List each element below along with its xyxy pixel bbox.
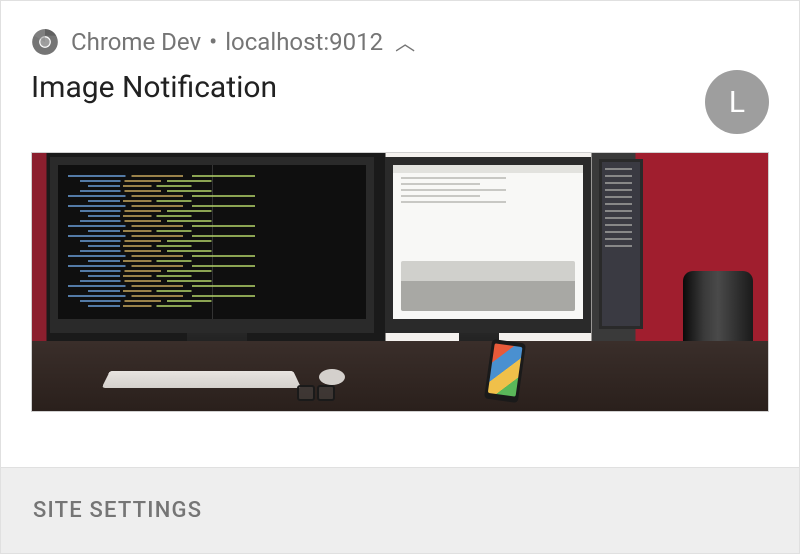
separator-dot: • <box>209 28 217 56</box>
notification-title: Image Notification <box>31 70 277 105</box>
avatar-letter: L <box>729 85 745 120</box>
site-settings-button[interactable]: SITE SETTINGS <box>33 498 202 523</box>
notification-card: Chrome Dev • localhost:9012 ︿ Image Noti… <box>0 0 800 554</box>
actions-bar: SITE SETTINGS <box>1 467 799 553</box>
chevron-up-icon[interactable]: ︿ <box>395 27 415 56</box>
chrome-icon <box>31 28 59 56</box>
origin-text: localhost:9012 <box>225 28 383 56</box>
title-row: Image Notification L <box>1 70 799 152</box>
notification-image-container <box>1 152 799 430</box>
notification-image <box>31 152 769 412</box>
notification-header[interactable]: Chrome Dev • localhost:9012 ︿ <box>1 1 799 70</box>
header-text: Chrome Dev • localhost:9012 ︿ <box>71 27 415 56</box>
avatar: L <box>705 70 769 134</box>
app-name: Chrome Dev <box>71 28 201 56</box>
